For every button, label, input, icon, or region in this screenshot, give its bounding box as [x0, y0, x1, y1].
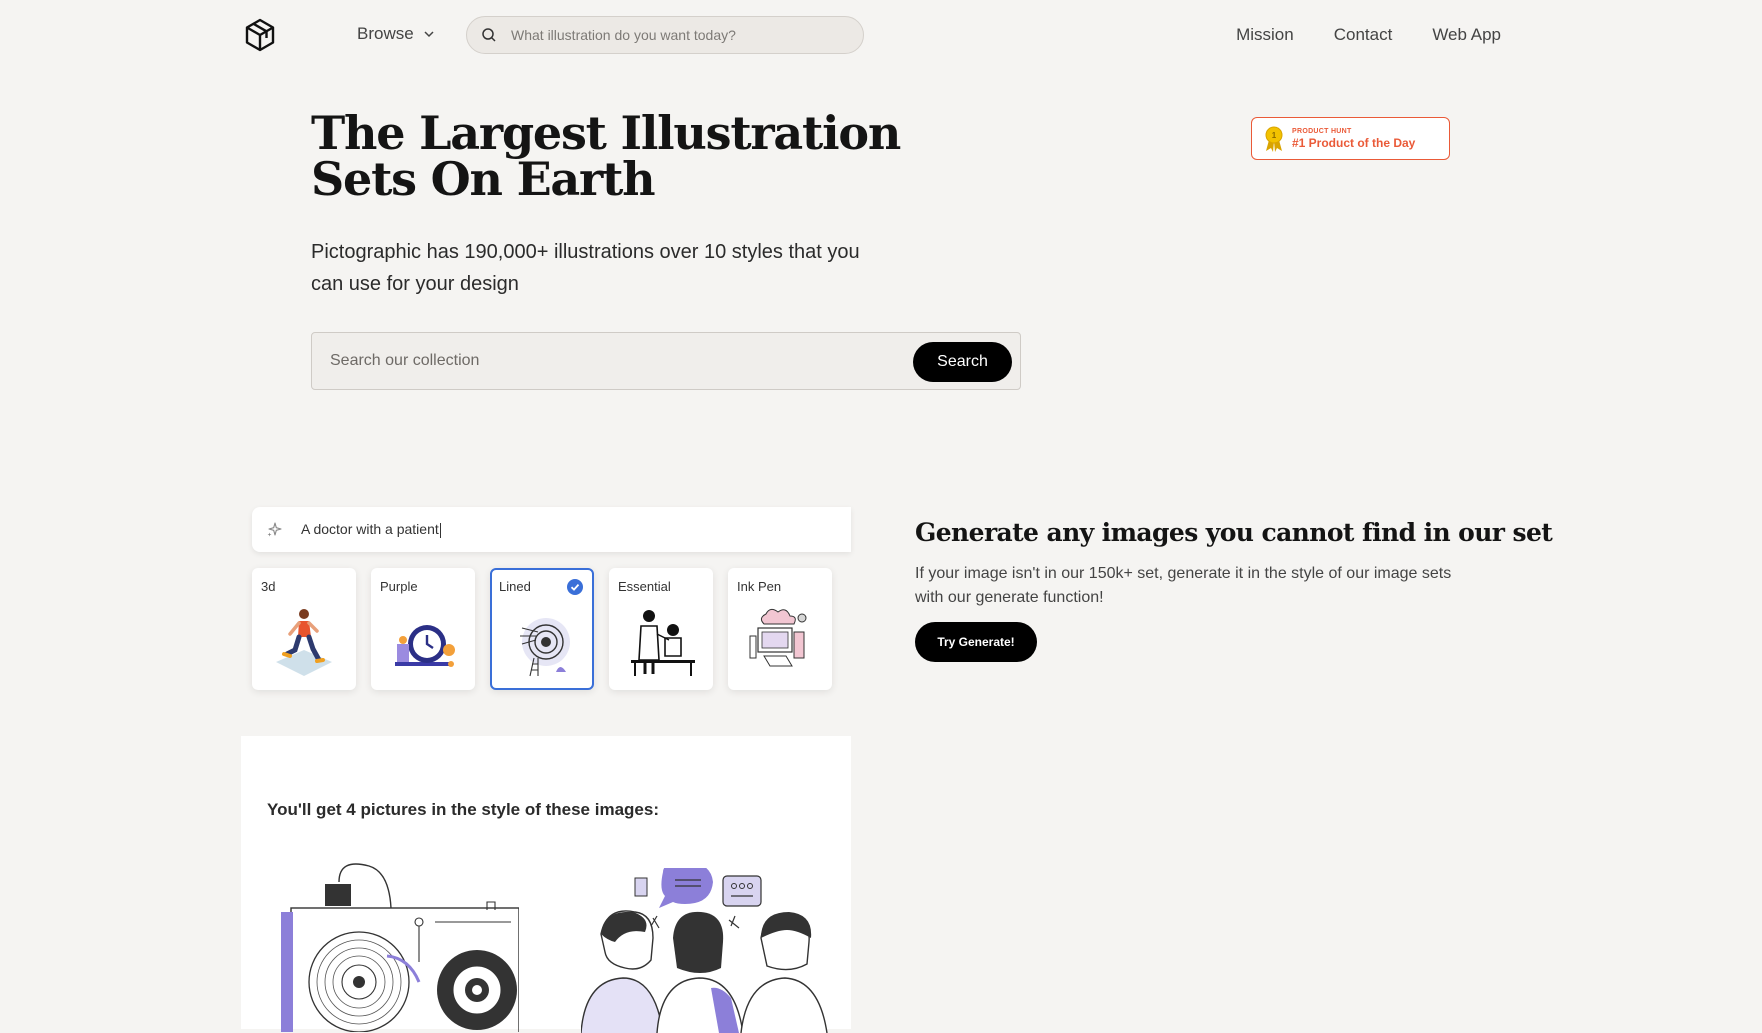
- collection-search-input[interactable]: [328, 351, 892, 371]
- preview-heading: You'll get 4 pictures in the style of th…: [267, 800, 659, 819]
- hero-subtitle: Pictographic has 190,000+ illustrations …: [311, 241, 860, 295]
- style-card-3d[interactable]: 3d: [252, 568, 356, 690]
- team-chat-illustration: [581, 868, 828, 1033]
- clock-purple-illustration: [395, 625, 455, 667]
- sparkle-icon: [267, 522, 282, 537]
- check-icon: [567, 579, 583, 595]
- product-hunt-badge[interactable]: 1 PRODUCT HUNT #1 Product of the Day: [1251, 117, 1450, 160]
- style-card-ink-pen[interactable]: Ink Pen: [728, 568, 832, 690]
- target-lined-illustration: [520, 618, 570, 677]
- collection-search: Search: [311, 332, 1021, 390]
- text-caret: [439, 522, 441, 538]
- style-card-label: Purple: [380, 579, 418, 594]
- style-card-lined[interactable]: Lined: [490, 568, 594, 690]
- generate-subtitle: If your image isn't in our 150k+ set, ge…: [915, 565, 1452, 606]
- style-cards: 3d Purple Lined Essential Ink Pen: [252, 568, 832, 690]
- browse-label: Browse: [357, 24, 414, 43]
- runner-3d-illustration: [276, 609, 332, 676]
- style-card-label: Essential: [618, 579, 671, 594]
- generate-title: Generate any images you cannot find in o…: [915, 518, 1553, 547]
- style-card-label: 3d: [261, 579, 276, 594]
- hero-title: The Largest Illustration Sets On Earth: [311, 106, 901, 206]
- turntable-illustration: [281, 863, 519, 1032]
- chevron-down-icon: [424, 31, 434, 38]
- devices-ink-pen-illustration: [749, 608, 807, 667]
- doctor-patient-essential-illustration: [631, 610, 695, 676]
- generate-prompt-bar[interactable]: A doctor with a patient: [252, 507, 851, 552]
- medal-icon: 1: [1265, 126, 1283, 152]
- search-icon: [482, 28, 496, 42]
- style-card-essential[interactable]: Essential: [609, 568, 713, 690]
- top-search-input[interactable]: [509, 26, 833, 44]
- top-nav: Browse Mission Contact Web App: [0, 0, 1762, 72]
- prompt-text: A doctor with a patient: [301, 521, 439, 538]
- nav-link-contact[interactable]: Contact: [1334, 25, 1393, 45]
- browse-menu[interactable]: Browse: [357, 24, 436, 44]
- search-button[interactable]: Search: [913, 342, 1012, 382]
- pictographic-logo-icon[interactable]: [244, 18, 276, 52]
- svg-text:1: 1: [1272, 131, 1277, 140]
- badge-title: #1 Product of the Day: [1292, 135, 1416, 150]
- badge-eyebrow: PRODUCT HUNT: [1292, 127, 1352, 135]
- preview-panel: You'll get 4 pictures in the style of th…: [241, 736, 851, 1033]
- style-card-purple[interactable]: Purple: [371, 568, 475, 690]
- nav-link-web-app[interactable]: Web App: [1432, 25, 1501, 45]
- nav-links: Mission Contact Web App: [1236, 25, 1501, 45]
- try-generate-button[interactable]: Try Generate!: [915, 622, 1037, 662]
- style-card-label: Lined: [499, 579, 531, 594]
- style-card-label: Ink Pen: [737, 579, 782, 594]
- nav-link-mission[interactable]: Mission: [1236, 25, 1294, 45]
- top-search-bar[interactable]: [466, 16, 864, 54]
